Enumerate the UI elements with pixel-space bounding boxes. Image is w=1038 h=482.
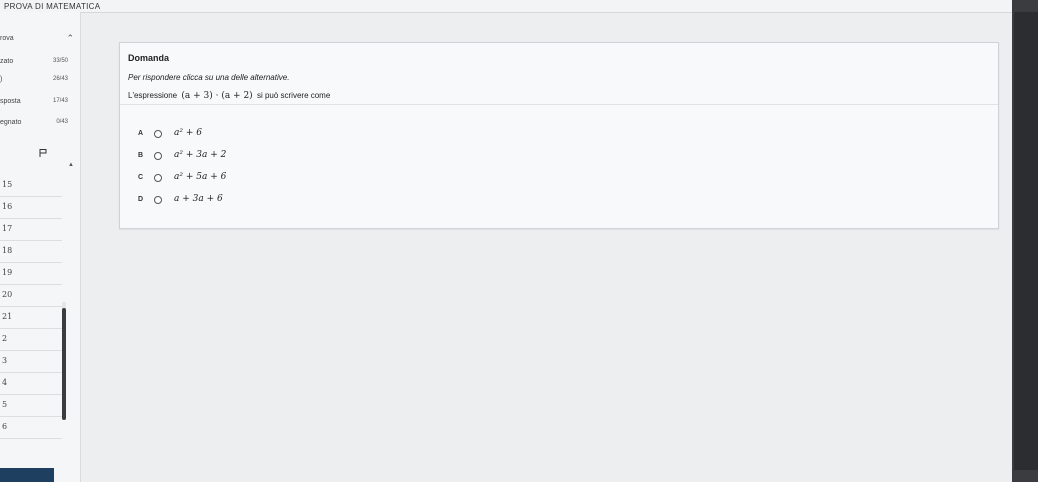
main-content: Domanda Per rispondere clicca su una del… [81, 12, 1038, 482]
question-nav-item[interactable]: 20 [0, 284, 62, 307]
option-letter: D [138, 196, 144, 203]
option-text: a² + 3a + 2 [174, 150, 227, 160]
stem-math: (a + 3) · (a + 2) [181, 91, 253, 101]
stat-label: zato [0, 58, 14, 65]
app-title: PROVA DI MATEMATICA [4, 2, 101, 11]
answer-option-d[interactable]: D a + 3a + 6 [120, 193, 420, 211]
chevron-up-icon[interactable]: ⌃ [66, 33, 74, 44]
stat-label: ) [0, 76, 3, 83]
answer-option-c[interactable]: C a² + 5a + 6 [120, 171, 420, 189]
stat-value: 26/43 [52, 76, 68, 82]
flag-icon[interactable] [38, 148, 48, 158]
question-card: Domanda Per rispondere clicca su una del… [119, 42, 999, 229]
question-nav-item[interactable]: 16 [0, 196, 62, 219]
stem-suffix: si può scrivere come [256, 91, 331, 100]
question-nav-item[interactable]: 6 [0, 416, 62, 439]
question-nav-item[interactable]: 21 [0, 306, 62, 329]
question-nav-item[interactable]: 2 [0, 328, 62, 351]
question-nav-item[interactable]: 3 [0, 350, 62, 373]
question-instructions: Per rispondere clicca su una delle alter… [128, 73, 290, 82]
stat-value: 33/50 [52, 58, 68, 64]
question-nav-item[interactable]: 4 [0, 372, 62, 395]
question-number: 5 [2, 400, 8, 409]
answer-option-b[interactable]: B a² + 3a + 2 [120, 149, 420, 167]
question-nav-item[interactable]: 19 [0, 262, 62, 285]
answer-option-a[interactable]: A a² + 6 [120, 127, 420, 145]
question-number: 2 [2, 334, 8, 343]
stat-row: ) 26/43 [0, 76, 80, 88]
question-number: 4 [2, 378, 8, 387]
stat-label: sposta [0, 98, 21, 105]
scrollbar-thumb[interactable] [62, 308, 66, 420]
stat-row: egnato 0/43 [0, 119, 80, 131]
sidebar-footer-bar [0, 468, 54, 482]
question-number: 6 [2, 422, 8, 431]
question-number: 16 [2, 202, 13, 211]
divider [120, 104, 998, 105]
option-text: a² + 6 [174, 128, 202, 138]
question-nav-item[interactable]: 17 [0, 218, 62, 241]
option-text: a² + 5a + 6 [174, 172, 227, 182]
stat-value: 17/43 [52, 98, 68, 104]
sidebar-header-label: rova [0, 35, 14, 42]
sidebar: rova ⌃ zato 33/50 ) 26/43 sposta 17/43 e… [0, 12, 81, 482]
question-number: 15 [2, 180, 13, 189]
question-nav-item[interactable]: 15 [0, 174, 62, 197]
question-title: Domanda [128, 53, 170, 63]
stem-prefix: L'espressione [128, 91, 178, 100]
option-letter: A [138, 130, 144, 137]
question-number: 19 [2, 268, 13, 277]
option-letter: B [138, 152, 144, 159]
stat-value: 0/43 [56, 119, 68, 125]
radio-button[interactable] [154, 130, 162, 138]
question-number: 18 [2, 246, 13, 255]
stat-row: zato 33/50 [0, 58, 80, 70]
sidebar-header[interactable]: rova ⌃ [0, 33, 80, 46]
question-nav-item[interactable]: 5 [0, 394, 62, 417]
question-number: 3 [2, 356, 8, 365]
radio-button[interactable] [154, 152, 162, 160]
question-stem: L'espressione (a + 3) · (a + 2) si può s… [128, 91, 330, 101]
question-number: 20 [2, 290, 13, 299]
question-number: 21 [2, 312, 13, 321]
question-nav-item[interactable]: 18 [0, 240, 62, 263]
stat-row: sposta 17/43 [0, 98, 80, 110]
question-number: 17 [2, 224, 13, 233]
radio-button[interactable] [154, 174, 162, 182]
option-letter: C [138, 174, 144, 181]
radio-button[interactable] [154, 196, 162, 204]
stat-label: egnato [0, 119, 22, 126]
option-text: a + 3a + 6 [174, 194, 223, 204]
nav-up-arrow[interactable]: ▲ [68, 162, 74, 168]
right-edge-panel-inner [1014, 12, 1038, 470]
